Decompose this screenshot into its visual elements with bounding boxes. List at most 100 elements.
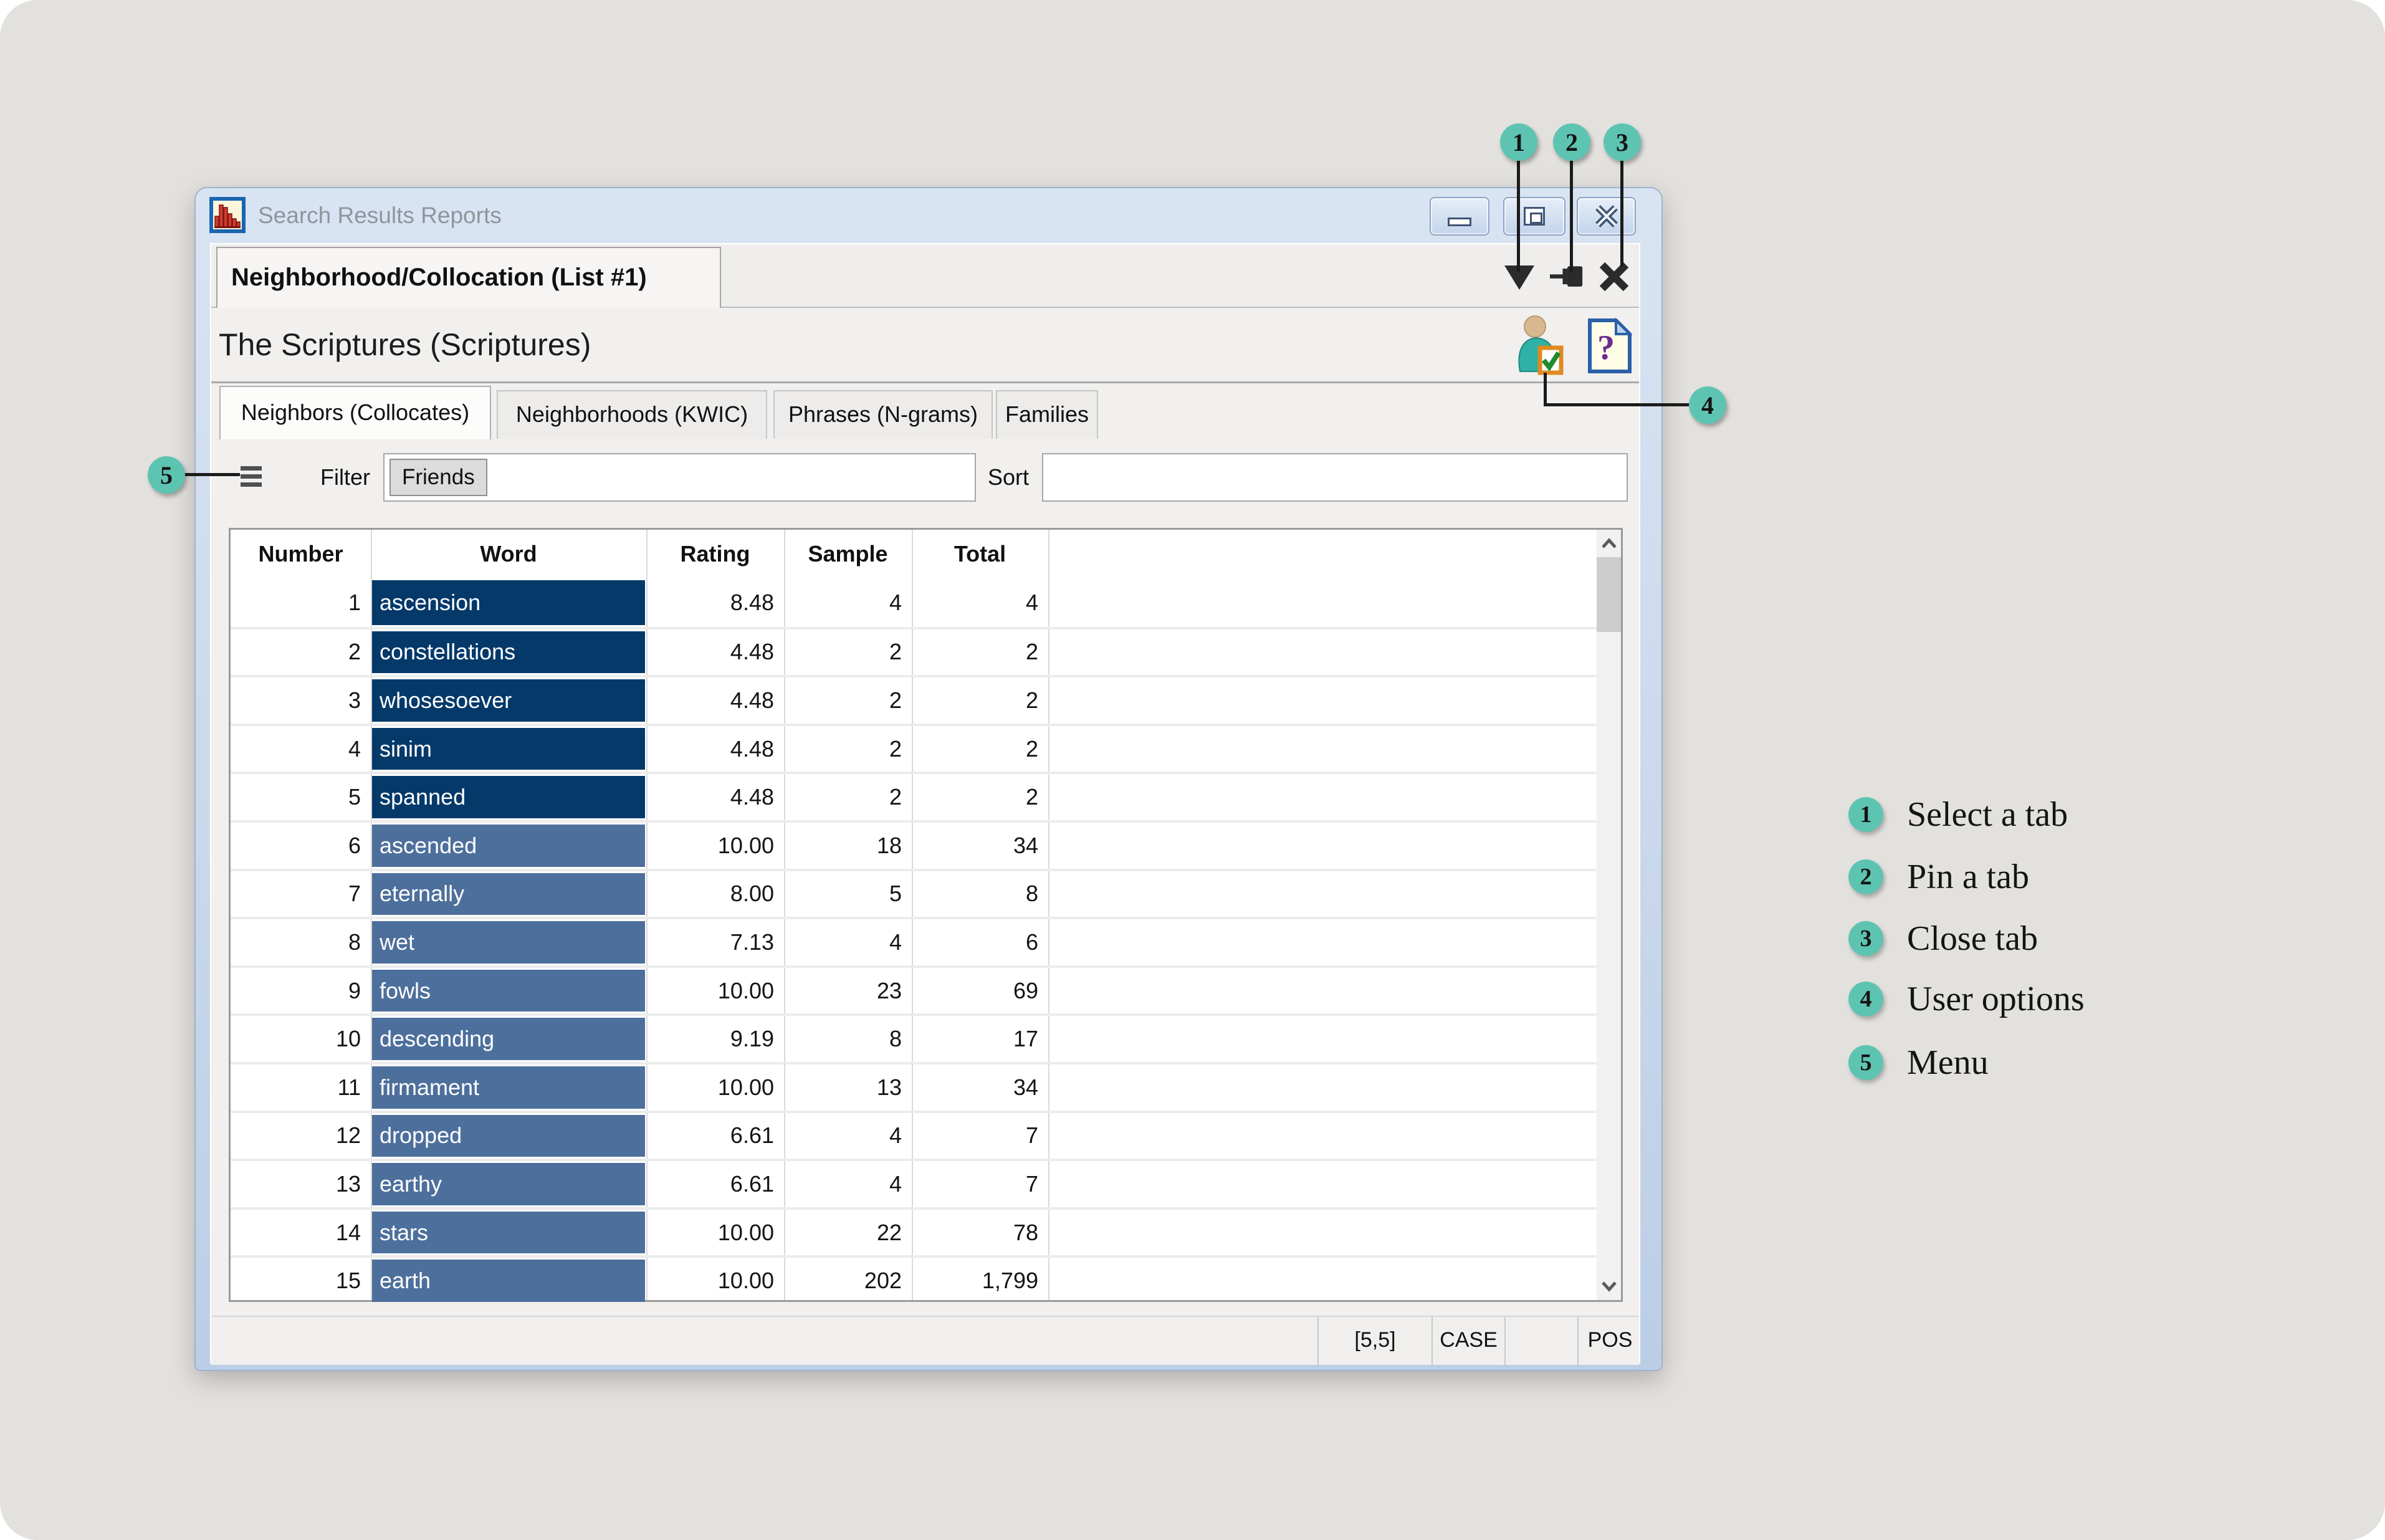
table-row[interactable]: 15earth10.002021,799	[231, 1255, 1597, 1304]
window-close-button[interactable]	[1577, 197, 1636, 236]
tab-0[interactable]: Neighbors (Collocates)	[219, 386, 491, 439]
hamburger-menu-icon[interactable]	[241, 466, 262, 487]
legend-item-5: 5Menu	[1848, 1043, 1989, 1083]
help-icon: ?	[1587, 318, 1632, 374]
table-row[interactable]: 3whosesoever4.4822	[231, 675, 1597, 724]
close-icon	[1593, 205, 1620, 227]
status-cell-1: [5,5]	[1317, 1317, 1431, 1365]
table-row[interactable]: 5spanned4.4822	[231, 772, 1597, 820]
table-row[interactable]: 14stars10.002278	[231, 1207, 1597, 1256]
sort-input[interactable]	[1042, 453, 1628, 502]
column-header-2[interactable]: Rating	[646, 530, 784, 578]
callout-marker-3: 3	[1604, 123, 1641, 161]
maximize-icon	[1524, 207, 1545, 226]
legend-item-3: 3Close tab	[1848, 919, 2038, 959]
cell-rating: 4.48	[646, 629, 774, 676]
cell-number: 9	[231, 968, 361, 1014]
sort-label: Sort	[988, 454, 1029, 500]
column-header-0[interactable]: Number	[231, 530, 371, 578]
table-row[interactable]: 8wet7.1346	[231, 917, 1597, 965]
table-header-row: NumberWordRatingSampleTotal	[231, 530, 1597, 578]
tab-label: Neighborhoods (KWIC)	[516, 391, 748, 438]
close-icon	[1598, 261, 1630, 293]
cell-sample: 5	[784, 871, 902, 917]
window-titlebar[interactable]: Search Results Reports	[196, 188, 1661, 243]
column-header-1[interactable]: Word	[371, 530, 646, 578]
callout-marker-1: 1	[1500, 123, 1537, 161]
cell-number: 8	[231, 919, 361, 965]
cell-sample: 8	[784, 1016, 902, 1062]
vertical-scrollbar[interactable]	[1597, 530, 1621, 1300]
callout-marker-5: 5	[148, 456, 185, 494]
cell-total: 2	[912, 726, 1038, 772]
table-row[interactable]: 4sinim4.4822	[231, 724, 1597, 772]
cell-rating: 4.48	[646, 726, 774, 772]
cell-number: 1	[231, 578, 361, 627]
table-row[interactable]: 12dropped6.6147	[231, 1111, 1597, 1159]
window-title: Search Results Reports	[258, 188, 502, 243]
cell-number: 15	[231, 1258, 361, 1304]
pin-tab-button[interactable]	[1550, 261, 1584, 293]
cell-total: 34	[912, 1064, 1038, 1111]
document-tab-neighborhood-collocation[interactable]: Neighborhood/Collocation (List #1)	[216, 247, 721, 308]
cell-sample: 22	[784, 1210, 902, 1256]
cell-word: eternally	[372, 873, 645, 916]
cell-rating: 4.48	[646, 774, 774, 820]
callout-line-2	[1570, 158, 1573, 272]
tab-1[interactable]: Neighborhoods (KWIC)	[497, 390, 767, 439]
cell-rating: 8.00	[646, 871, 774, 917]
table-row[interactable]: 11firmament10.001334	[231, 1062, 1597, 1111]
scroll-down-button[interactable]	[1597, 1273, 1621, 1300]
cell-rating: 10.00	[646, 968, 774, 1014]
cell-rating: 8.48	[646, 578, 774, 627]
search-results-reports-window: Search Results Reports Neighborhood/Coll…	[194, 187, 1663, 1371]
table-row[interactable]: 9fowls10.002369	[231, 965, 1597, 1014]
cell-word: earthy	[372, 1163, 645, 1205]
column-header-4[interactable]: Total	[912, 530, 1048, 578]
cell-word: ascended	[372, 825, 645, 867]
filter-input[interactable]: Friends	[383, 453, 976, 502]
maximize-button[interactable]	[1503, 197, 1565, 236]
table-row[interactable]: 6ascended10.001834	[231, 820, 1597, 869]
status-cell-4: POS	[1577, 1317, 1642, 1365]
column-header-3[interactable]: Sample	[784, 530, 912, 578]
scrollbar-thumb[interactable]	[1597, 557, 1621, 632]
cell-rating: 10.00	[646, 1064, 774, 1111]
user-options-button[interactable]	[1515, 314, 1564, 376]
legend-label-1: Select a tab	[1907, 795, 2068, 835]
scroll-up-button[interactable]	[1597, 530, 1621, 557]
cell-sample: 4	[784, 1161, 902, 1207]
cell-rating: 6.61	[646, 1161, 774, 1207]
cell-number: 12	[231, 1113, 361, 1159]
document-tab-strip: Neighborhood/Collocation (List #1)	[211, 244, 1639, 308]
cell-sample: 4	[784, 578, 902, 627]
cell-word: spanned	[372, 776, 645, 818]
tab-3[interactable]: Families	[996, 390, 1098, 439]
table-row[interactable]: 7eternally8.0058	[231, 869, 1597, 917]
callout-marker-4: 4	[1689, 386, 1726, 424]
callout-line-3	[1620, 158, 1623, 267]
cell-word: whosesoever	[372, 679, 645, 722]
tab-2[interactable]: Phrases (N-grams)	[773, 390, 993, 439]
cell-total: 2	[912, 774, 1038, 820]
table-row[interactable]: 2constellations4.4822	[231, 627, 1597, 676]
table-row[interactable]: 1ascension8.4844	[231, 578, 1597, 627]
histogram-app-icon	[209, 197, 246, 233]
minimize-button[interactable]	[1430, 197, 1489, 236]
cell-total: 7	[912, 1161, 1038, 1207]
cell-rating: 10.00	[646, 1258, 774, 1304]
cell-number: 10	[231, 1016, 361, 1062]
help-button[interactable]: ?	[1587, 318, 1632, 374]
filter-chip-friends[interactable]: Friends	[390, 459, 487, 496]
legend-item-2: 2Pin a tab	[1848, 857, 2029, 897]
svg-text:?: ?	[1597, 328, 1615, 367]
cell-word: dropped	[372, 1115, 645, 1157]
legend-label-5: Menu	[1907, 1043, 1989, 1083]
cell-total: 1,799	[912, 1258, 1038, 1304]
table-row[interactable]: 13earthy6.6147	[231, 1159, 1597, 1207]
cell-number: 6	[231, 823, 361, 869]
close-tab-button[interactable]	[1597, 261, 1631, 293]
cell-word: earth	[372, 1260, 645, 1302]
status-bar: [5,5]CASEPOS	[211, 1316, 1639, 1365]
table-row[interactable]: 10descending9.19817	[231, 1013, 1597, 1062]
